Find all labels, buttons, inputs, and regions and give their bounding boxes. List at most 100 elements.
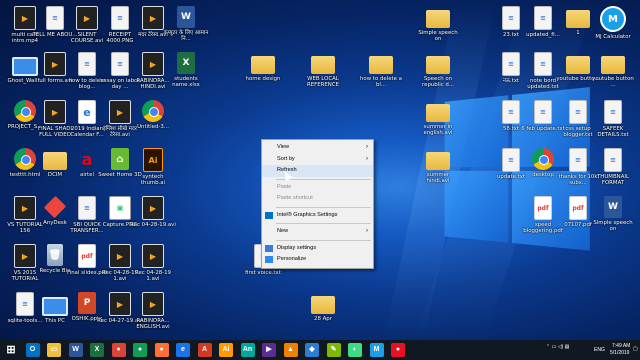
desktop-icon[interactable]: W Simple speech on [590,196,636,232]
adobe-icon[interactable]: A [197,343,212,357]
desktop-icon[interactable]: Ai syntech thumb.ai [130,148,176,186]
android-icon[interactable]: ◐ [348,343,362,357]
desktop-icon-label: how to delete a bl... [360,76,402,89]
desktop-icon-label: Rec 04-28-19 1.avi [135,270,171,283]
desktop-icon[interactable]: how to delete a bl... [358,52,404,88]
menu-item-label: Intel® Graphics Settings [277,211,338,218]
firefox-icon[interactable]: ● [154,343,169,357]
notification-icon[interactable]: ▢ [633,346,638,352]
edge-icon: e [78,100,96,124]
folder-icon [426,104,450,122]
language-indicator[interactable]: ENG [594,347,605,353]
desktop-icon[interactable]: summer in english.avi [415,100,461,136]
desktop[interactable]: ▶ multi care intro.mp4 ≡ TELL ME ABOU... ▶ SI… [0,0,640,340]
file-icon: ≡ [46,6,64,30]
display-icon [265,244,273,252]
menu-item-display-settings[interactable]: Display settings [262,243,373,255]
clock-time[interactable]: 7:49 AM [612,343,630,349]
tray-icons[interactable]: ⌃ ▭ ◁) ▤ [546,344,569,350]
file-icon: ≡ [78,52,96,76]
chrome-icon-2[interactable]: ● [133,343,147,357]
menu-item-label: Personalize [277,256,307,262]
clock-date[interactable]: 5/1/2019 [610,350,629,356]
menu-separator [276,223,371,224]
file-icon: ≡ [534,52,552,76]
desktop-icon-label: students name.xlsx [172,76,200,89]
word-icon: W [177,6,195,28]
desktop-icon[interactable]: WEB LOCAL REFERENCE [300,52,346,88]
screen-icon[interactable]: ● [391,343,405,357]
file-icon: ≡ [111,6,129,30]
pdf-icon: pdf [78,244,96,268]
desktop-icon[interactable]: home design [240,52,286,82]
cap-icon: ▣ [109,196,131,220]
desktop-icon-label: MJ Calculator [595,34,631,40]
menu-item-sort-by[interactable]: Sort by › [262,154,373,166]
calc-icon[interactable]: M [369,343,384,357]
desktop-icon-label: 28 Apr [314,316,332,322]
desktop-icon[interactable]: ≡ THUMBNAIL FORMAT [590,148,636,186]
folder-icon [426,152,450,170]
desktop-icon[interactable]: ▶ Rec 04-28-19 1.avi [130,244,176,282]
desktop-icon[interactable]: ≡ SAFEEK DETAILS.txt [590,100,636,138]
desktop-icon-label: Untitled-3... [137,124,169,130]
file-icon: ≡ [534,100,552,124]
file-icon: ≡ [78,196,96,220]
desktop-icon-label: Simple speech on [418,30,458,43]
desktop-icon-label: summer in english.avi [423,124,453,137]
menu-item-new[interactable]: New › [262,226,373,238]
menu-item-refresh[interactable]: Refresh [262,165,373,177]
desktop-icon[interactable]: M MJ Calculator [590,6,636,40]
pdf-icon: pdf [569,196,587,220]
desktop-icon[interactable]: Simple speech on [415,6,461,42]
desktop-icon[interactable]: W कंप्यूटर के लिए आसान नि... [163,6,209,42]
pdf-icon: pdf [534,196,552,220]
media-icon[interactable]: ▶ [262,343,276,357]
desktop-icon[interactable]: Speech on republic d... [415,52,461,88]
video-icon: ▶ [142,196,164,220]
desktop-icon[interactable]: Xstudents name.xlsx [163,52,209,88]
edge-icon[interactable]: e [176,343,190,357]
menu-item-personalize[interactable]: Personalize [262,254,373,266]
video-icon: ▶ [109,244,131,268]
menu-item-paste-shortcut: Paste shortcut [262,193,373,205]
excel-icon[interactable]: X [90,343,104,357]
menu-item-view[interactable]: View › [262,142,373,154]
menu-item-label: Display settings [277,244,317,251]
animate-icon[interactable]: An [240,343,255,357]
chevron-right-icon: › [366,228,368,234]
outlook-icon[interactable]: O [25,343,40,357]
ppt-icon: P [78,292,96,314]
desktop-icon[interactable]: youtube button ... [590,52,636,88]
vlc-icon[interactable]: ▲ [283,343,298,357]
video-icon: ▶ [142,244,164,268]
desktop-icon[interactable]: Untitled-3... [130,100,176,130]
chevron-right-icon: › [366,155,368,162]
desktop-icon-label: syntech thumb.ai [140,174,166,187]
photos-icon[interactable]: ◆ [305,343,319,357]
desktop-icon-label: Speech on republic d... [422,76,454,89]
anydesk-icon [43,195,67,219]
file-icon: ≡ [604,100,622,124]
folder-icon [369,56,393,74]
desktop-icon[interactable]: ▶ Rec 04-28-19.avi [130,196,176,228]
chrome-icon[interactable]: ● [111,343,126,357]
video-icon: ▶ [109,100,131,124]
word-icon[interactable]: W [68,343,83,357]
file-icon: ≡ [502,148,520,172]
file-icon: ≡ [502,52,520,76]
desktop-icon[interactable]: ▶ RABINDRA... ENGLISH.avi [130,292,176,330]
file-explorer-icon[interactable]: ▭ [47,343,61,357]
ai-icon: Ai [143,148,163,172]
bin-icon: 🗑 [47,244,63,266]
start-icon[interactable]: ⊞ [4,343,18,357]
menu-item-label: New [277,228,289,234]
paint-icon[interactable]: ✎ [326,343,341,357]
illustrator-icon[interactable]: Ai [219,343,233,357]
desktop-icon[interactable]: summer hindi.avi [415,148,461,184]
menu-item-intel-graphics-settings[interactable]: Intel® Graphics Settings [262,210,373,222]
taskbar: ⊞ O ▭ W X ● ● ● e A Ai An ▶ ▲ ◆ ✎ ◐ M ● ⌃ ▭ ◁) ▤ ENG 7:49 … [0,340,640,360]
folder-icon [251,56,275,74]
desktop-icon[interactable]: 28 Apr [300,292,346,322]
folder-icon [426,56,450,74]
